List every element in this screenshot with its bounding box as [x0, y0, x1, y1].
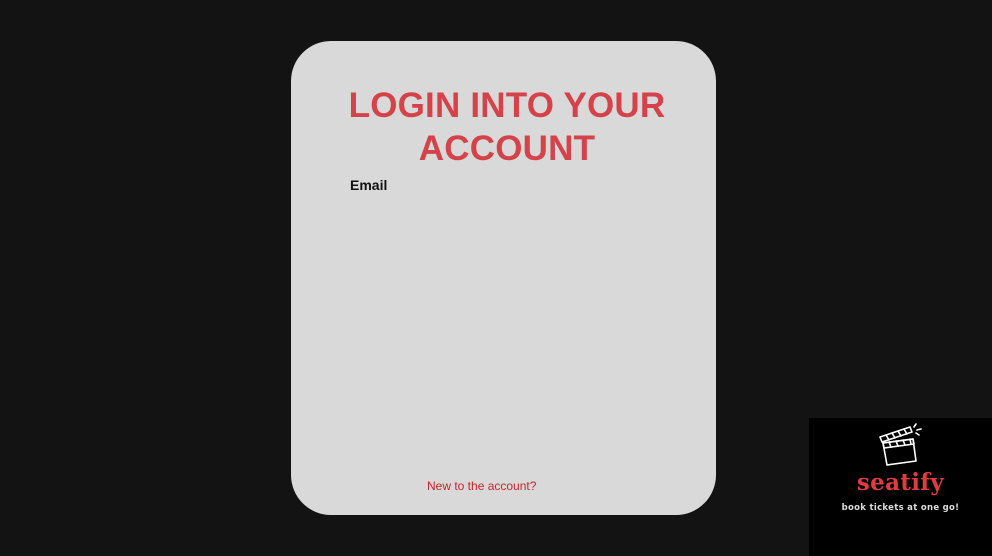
signup-link[interactable]: New to the account?	[427, 479, 536, 493]
login-page: LOGIN INTO YOUR ACCOUNT Email New to the…	[0, 0, 992, 556]
email-label: Email	[350, 177, 388, 193]
login-card: LOGIN INTO YOUR ACCOUNT Email New to the…	[291, 41, 716, 515]
brand-logo: seatify book tickets at one go!	[809, 418, 992, 556]
login-title: LOGIN INTO YOUR ACCOUNT	[348, 86, 666, 168]
brand-name: seatify	[856, 469, 945, 496]
brand-tagline: book tickets at one go!	[841, 503, 960, 513]
clapperboard-icon	[879, 423, 922, 466]
